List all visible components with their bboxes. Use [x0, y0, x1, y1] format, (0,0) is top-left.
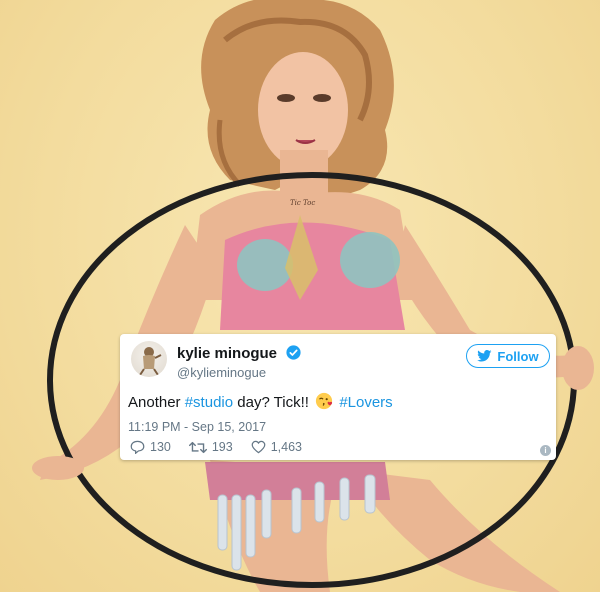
hashtag-lovers[interactable]: #Lovers — [339, 394, 392, 411]
hashtag-studio[interactable]: #studio — [185, 394, 233, 411]
like-action[interactable]: 1,463 — [251, 440, 302, 454]
twitter-bird-icon — [477, 350, 492, 362]
retweet-action[interactable]: 193 — [188, 440, 233, 454]
tweet-text-middle: day? Tick!! — [233, 394, 314, 411]
follow-button[interactable]: Follow — [466, 344, 550, 368]
follow-label: Follow — [497, 348, 539, 364]
tattoo-text: Tic Toc — [290, 199, 315, 207]
like-count: 1,463 — [270, 440, 302, 454]
retweet-icon — [188, 441, 207, 453]
reply-count: 130 — [150, 440, 171, 454]
tweet-timestamp[interactable]: 11:19 PM - Sep 15, 2017 — [128, 420, 266, 434]
background-photo: Tic Toc — [32, 0, 594, 592]
reply-action[interactable]: 130 — [130, 440, 171, 454]
embedded-tweet-card[interactable]: kylie minogue @kylieminogue Follow Anoth… — [120, 334, 556, 460]
display-name[interactable]: kylie minogue — [177, 345, 277, 362]
retweet-count: 193 — [211, 440, 233, 454]
user-handle[interactable]: @kylieminogue — [177, 365, 266, 380]
reply-icon — [130, 440, 145, 454]
tweet-text-prefix: Another — [128, 394, 185, 411]
screenshot: Tic Toc kylie minogue @kylieminogue Foll… — [0, 0, 600, 592]
face-blowing-kiss-icon — [316, 392, 333, 410]
verified-badge-icon — [286, 345, 301, 360]
tweet-actions: 130 193 1,463 — [130, 440, 320, 454]
tweet-text: Another #studio day? Tick!! #Lovers — [128, 392, 393, 411]
avatar[interactable] — [131, 341, 167, 377]
heart-icon — [251, 440, 266, 454]
info-icon[interactable]: i — [540, 445, 551, 456]
